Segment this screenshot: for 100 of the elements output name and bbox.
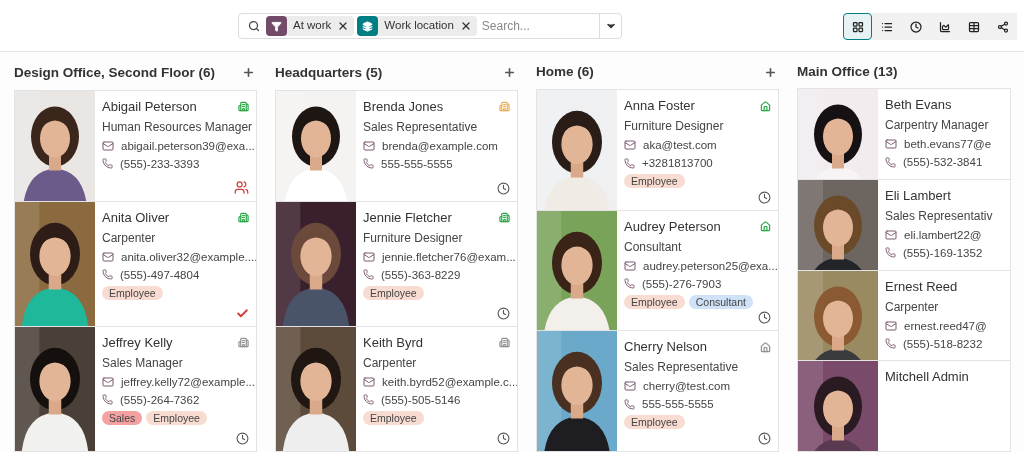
phone-number: +3281813700 bbox=[642, 156, 713, 171]
add-icon[interactable] bbox=[503, 66, 516, 80]
email-address: brenda@example.com bbox=[382, 138, 498, 153]
column-title: Design Office, Second Floor (6) bbox=[14, 63, 216, 82]
search-facet[interactable]: Work location bbox=[357, 16, 477, 36]
area-chart-icon bbox=[938, 20, 951, 33]
employee-card[interactable]: Ernest Reed Carpenter ernest.reed47@ (555)-518-8232 bbox=[797, 269, 1011, 362]
employee-card[interactable]: Mitchell Admin bbox=[797, 360, 1011, 452]
email-icon bbox=[885, 138, 897, 151]
share-icon bbox=[996, 20, 1009, 33]
view-switch-button[interactable] bbox=[843, 13, 872, 40]
employee-card[interactable]: Beth Evans Carpentry Manager beth.evans77@e (555)-532-3841 bbox=[797, 88, 1011, 180]
phone-number: (555)-233-3393 bbox=[120, 156, 200, 171]
employee-card[interactable]: Jeffrey Kelly Sales Manager jeffrey.kelly72@example.... (555)-264-7362 Sales Employee bbox=[14, 325, 257, 452]
email-address: keith.byrd52@example.c... bbox=[382, 374, 517, 389]
email-icon bbox=[885, 228, 897, 241]
job-title: Sales Manager bbox=[102, 355, 184, 370]
column-title: Main Office (13) bbox=[797, 63, 898, 81]
phone-icon bbox=[885, 156, 896, 168]
job-title: Furniture Designer bbox=[363, 230, 464, 245]
search-icon bbox=[248, 20, 260, 32]
phone-icon bbox=[102, 158, 113, 170]
clock-icon[interactable] bbox=[497, 432, 510, 445]
tag: Sales bbox=[102, 410, 143, 425]
phone-number: (555)-497-4804 bbox=[120, 267, 200, 282]
email-address: eli.lambert22@ bbox=[904, 227, 982, 242]
clock-icon[interactable] bbox=[758, 432, 771, 445]
phone-icon bbox=[363, 158, 374, 170]
phone-number: 555-555-5555 bbox=[642, 397, 714, 412]
clock-icon[interactable] bbox=[497, 181, 510, 195]
employee-card[interactable]: Anna Foster Furniture Designer aka@test.com +3281813700 Employee bbox=[536, 89, 779, 211]
tag: Employee bbox=[624, 174, 685, 189]
phone-icon bbox=[885, 247, 896, 259]
search-facet[interactable]: At work bbox=[266, 16, 355, 36]
filter-icon bbox=[266, 16, 287, 36]
phone-icon bbox=[885, 338, 896, 350]
add-icon[interactable] bbox=[764, 66, 777, 80]
clock-icon bbox=[909, 20, 922, 33]
email-icon bbox=[363, 375, 375, 388]
tag: Consultant bbox=[688, 294, 753, 309]
email-address: aka@test.com bbox=[643, 138, 717, 153]
employee-card[interactable]: Anita Oliver Carpenter anita.oliver32@example.... (555)-497-4804 Employee bbox=[14, 200, 257, 327]
clock-icon[interactable] bbox=[236, 432, 249, 445]
email-address: beth.evans77@e bbox=[904, 137, 992, 152]
layers-icon bbox=[357, 16, 379, 36]
tag: Employee bbox=[624, 294, 685, 309]
search-field[interactable]: Search... bbox=[479, 17, 599, 35]
employee-name: Ernest Reed bbox=[885, 278, 958, 295]
tag: Employee bbox=[146, 410, 207, 425]
facet-label: Work location bbox=[383, 18, 455, 34]
phone-icon bbox=[363, 269, 374, 281]
view-switch-button[interactable] bbox=[872, 13, 901, 40]
employee-card[interactable]: Cherry Nelson Sales Representative cherry@test.com 555-555-5555 Employee bbox=[536, 330, 779, 452]
employee-card[interactable]: Eli Lambert Sales Representativ eli.lambert22@ (555)-169-1352 bbox=[797, 178, 1011, 271]
job-title: Consultant bbox=[624, 239, 683, 254]
team-icon[interactable] bbox=[234, 179, 249, 195]
job-title: Sales Representative bbox=[624, 360, 740, 375]
email-icon bbox=[363, 139, 375, 152]
employee-card[interactable]: Keith Byrd Carpenter keith.byrd52@example.c... (555)-505-5146 Employee bbox=[275, 325, 518, 452]
clock-icon[interactable] bbox=[497, 306, 510, 320]
facet-label: At work bbox=[292, 18, 333, 34]
job-title: Sales Representativ bbox=[885, 208, 994, 223]
view-switch-button[interactable] bbox=[988, 13, 1017, 40]
column-title: Headquarters (5) bbox=[275, 63, 383, 82]
employee-name: Abigail Peterson bbox=[102, 98, 197, 115]
email-address: jeffrey.kelly72@example.... bbox=[121, 374, 256, 389]
email-icon bbox=[885, 319, 897, 332]
employee-card[interactable]: Audrey Peterson Consultant audrey.peterson25@exa... (555)-276-7903 Employee Consultant bbox=[536, 209, 779, 332]
job-title: Carpenter bbox=[885, 299, 940, 314]
phone-number: 555-555-5555 bbox=[381, 156, 453, 171]
email-address: jennie.fletcher76@exam... bbox=[382, 249, 516, 264]
tag: Employee bbox=[363, 410, 424, 425]
phone-number: (555)-532-3841 bbox=[903, 155, 983, 170]
clock-icon[interactable] bbox=[758, 311, 771, 325]
employee-card[interactable]: Abigail Peterson Human Resources Manager abigail.peterson39@exa... (555)-233-3393 bbox=[14, 89, 257, 202]
email-icon bbox=[624, 139, 636, 152]
email-icon bbox=[102, 375, 114, 388]
email-address: ernest.reed47@ bbox=[904, 318, 987, 333]
tag: Employee bbox=[363, 285, 424, 300]
employee-name: Mitchell Admin bbox=[885, 369, 969, 386]
list-view-icon bbox=[880, 20, 893, 33]
clock-icon[interactable] bbox=[758, 190, 771, 204]
email-address: abigail.peterson39@exa... bbox=[121, 138, 255, 153]
email-icon bbox=[624, 259, 636, 272]
employee-name: Jennie Fletcher bbox=[363, 209, 452, 226]
add-icon[interactable] bbox=[242, 66, 255, 80]
phone-number: (555)-505-5146 bbox=[381, 392, 461, 407]
employee-name: Cherry Nelson bbox=[624, 339, 708, 356]
phone-number: (555)-264-7362 bbox=[120, 392, 200, 407]
employee-name: Audrey Peterson bbox=[624, 218, 721, 235]
phone-icon bbox=[624, 398, 635, 410]
phone-number: (555)-363-8229 bbox=[381, 267, 461, 282]
employee-name: Jeffrey Kelly bbox=[102, 334, 173, 351]
employee-card[interactable]: Brenda Jones Sales Representative brenda@example.com 555-555-5555 bbox=[275, 89, 518, 202]
employee-name: Brenda Jones bbox=[363, 98, 444, 115]
phone-icon bbox=[624, 278, 635, 290]
checkmark-icon[interactable] bbox=[236, 306, 249, 320]
tag: Employee bbox=[624, 415, 685, 430]
job-title: Carpenter bbox=[102, 230, 157, 245]
email-icon bbox=[102, 250, 114, 263]
